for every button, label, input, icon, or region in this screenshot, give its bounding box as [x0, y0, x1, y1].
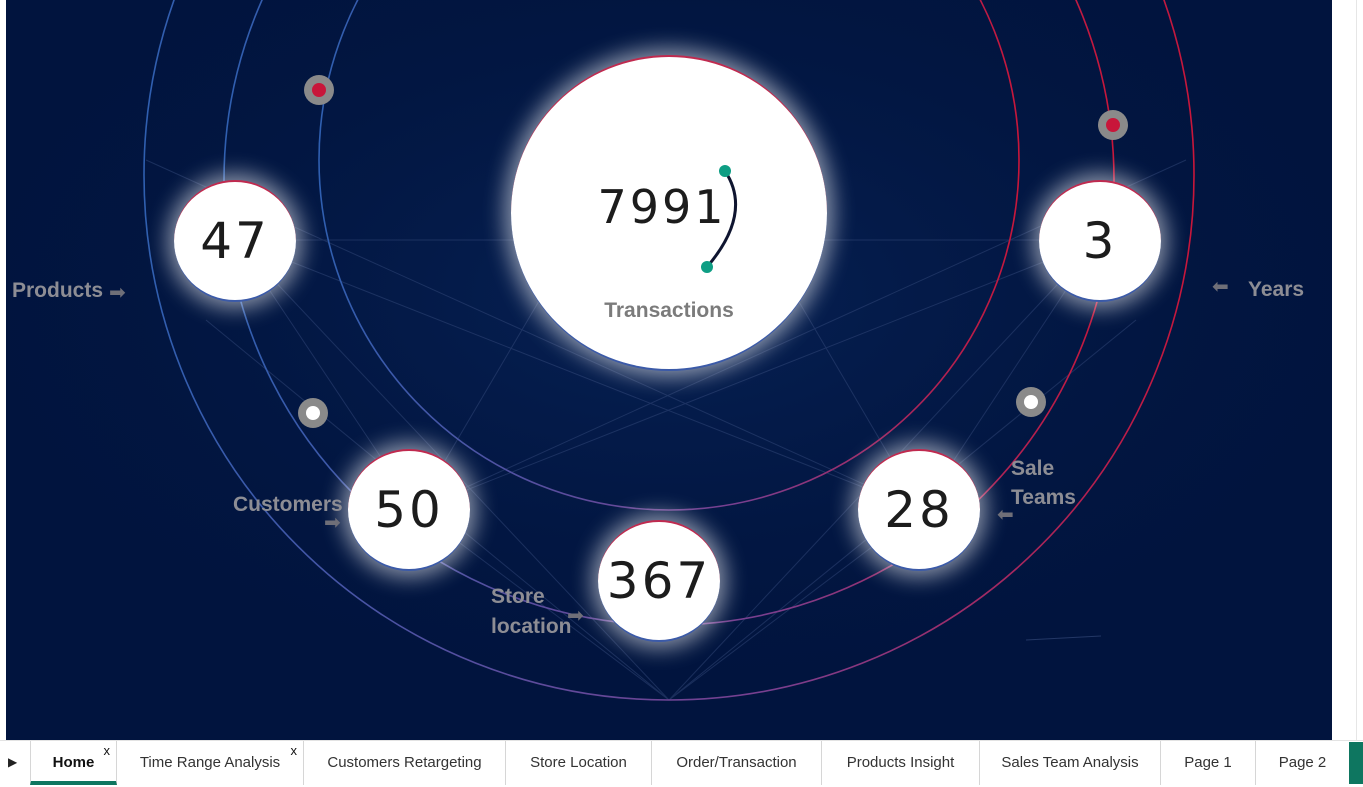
- tab-page-1[interactable]: Page 1: [1161, 741, 1256, 785]
- arrow-right-icon: ➡: [109, 280, 126, 304]
- sale-teams-label-line2: Teams: [1011, 486, 1076, 509]
- arrow-left-icon: ⬅: [1212, 274, 1229, 298]
- products-value: 47: [200, 212, 270, 270]
- arrow-right-icon: ➡: [567, 603, 584, 627]
- tab-label: Order/Transaction: [676, 754, 797, 771]
- years-label: Years: [1248, 278, 1305, 301]
- tab-time-range-analysis[interactable]: Time Range Analysis x: [117, 741, 304, 785]
- tab-label: Time Range Analysis: [139, 754, 281, 771]
- store-location-value: 367: [606, 552, 712, 610]
- tab-scroll-icon[interactable]: ▶: [8, 755, 22, 771]
- tab-label: Home: [52, 754, 95, 771]
- transactions-label: Transactions: [604, 299, 734, 322]
- arrow-left-icon: ⬅: [997, 502, 1014, 526]
- close-icon[interactable]: x: [291, 729, 298, 773]
- products-label: Products: [12, 279, 104, 302]
- store-location-card[interactable]: 367: [598, 520, 720, 642]
- tab-products-insight[interactable]: Products Insight: [822, 741, 980, 785]
- tab-label: Page 2: [1278, 754, 1327, 771]
- customers-value: 50: [374, 481, 444, 539]
- tab-label: Sales Team Analysis: [1001, 754, 1139, 771]
- tab-page-2[interactable]: Page 2: [1256, 741, 1349, 785]
- tab-home[interactable]: Home x: [30, 741, 117, 785]
- store-location-label-line2: location: [491, 615, 572, 638]
- arrow-right-icon: ➡: [324, 510, 341, 534]
- orbit-marker-red: [304, 75, 334, 105]
- new-page-button[interactable]: [1349, 742, 1363, 784]
- page-tab-bar: ▶ Home x Time Range Analysis x Customers…: [0, 740, 1363, 787]
- tab-order-transaction[interactable]: Order/Transaction: [652, 741, 822, 785]
- tab-label: Page 1: [1184, 754, 1232, 771]
- close-icon[interactable]: x: [104, 729, 111, 773]
- transactions-gauge-arc: [701, 165, 738, 273]
- products-card[interactable]: 47: [174, 180, 296, 302]
- tab-label: Store Location: [530, 754, 627, 771]
- transactions-value: 7991: [597, 180, 727, 234]
- years-value: 3: [1082, 212, 1118, 270]
- report-canvas: 7991 Transactions 47 Products ➡ 3 ⬅ Year…: [6, 0, 1332, 740]
- orbit-marker-red: [1098, 110, 1128, 140]
- store-location-label-line1: Store: [491, 585, 545, 608]
- sale-teams-value: 28: [884, 481, 954, 539]
- tab-store-location[interactable]: Store Location: [506, 741, 652, 785]
- tab-label: Products Insight: [846, 754, 955, 771]
- tab-customers-retargeting[interactable]: Customers Retargeting: [304, 741, 506, 785]
- orbit-marker-white: [1016, 387, 1046, 417]
- sale-teams-label-line1: Sale: [1011, 457, 1055, 480]
- customers-card[interactable]: 50: [348, 449, 470, 571]
- sale-teams-card[interactable]: 28: [858, 449, 980, 571]
- tab-sales-team-analysis[interactable]: Sales Team Analysis: [980, 741, 1161, 785]
- orbit-marker-white: [298, 398, 328, 428]
- tab-label: Customers Retargeting: [327, 754, 482, 771]
- transactions-card[interactable]: 7991 Transactions: [511, 55, 827, 371]
- vertical-scroll-area[interactable]: [1332, 0, 1363, 740]
- years-card[interactable]: 3: [1039, 180, 1161, 302]
